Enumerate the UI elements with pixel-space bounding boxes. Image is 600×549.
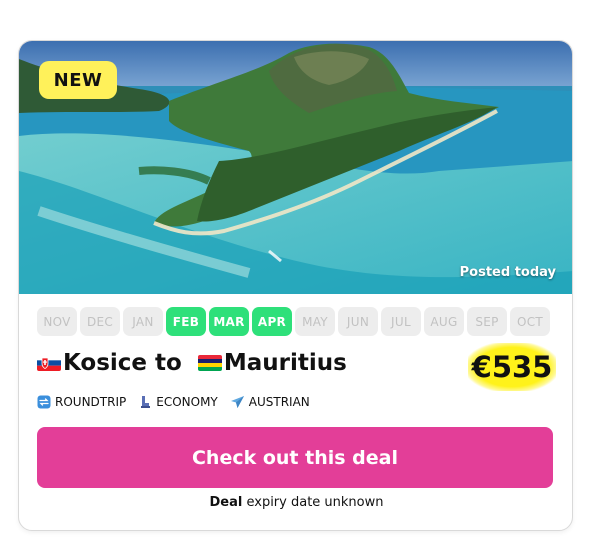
airline: AUSTRIAN (230, 395, 310, 409)
seat-icon (141, 396, 151, 408)
destination-city: Mauritius (223, 350, 347, 376)
trip-details: ROUNDTRIP ECONOMY AUSTRIAN (37, 395, 310, 409)
month-availability: NOV DEC JAN FEB MAR APR MAY JUN JUL AUG SEP OCT (37, 307, 550, 336)
roundtrip-icon (37, 395, 51, 409)
cabin-class: ECONOMY (138, 395, 218, 409)
month-sep: SEP (467, 307, 507, 336)
origin-city: Kosice (63, 350, 148, 376)
check-out-deal-button[interactable]: Check out this deal (37, 427, 553, 488)
trip-type: ROUNDTRIP (37, 395, 126, 409)
month-oct: OCT (510, 307, 550, 336)
month-jan: JAN (123, 307, 163, 336)
new-badge: NEW (39, 61, 117, 99)
deal-card[interactable]: NEW Posted today NOV DEC JAN FEB MAR APR MAY JU… (18, 40, 573, 531)
expiry-prefix: Deal (209, 495, 243, 510)
hero-image: NEW Posted today (19, 41, 572, 294)
expiry-text: expiry date unknown (242, 495, 384, 510)
cabin-class-label: ECONOMY (156, 395, 218, 409)
expiry-note: Deal expiry date unknown (19, 495, 572, 510)
posted-time: Posted today (459, 265, 556, 280)
month-apr: APR (252, 307, 292, 336)
price-badge: €535 (468, 343, 556, 391)
trip-type-label: ROUNDTRIP (55, 395, 127, 409)
route-title: Kosice to Mauritius (37, 350, 347, 376)
month-aug: AUG (424, 307, 464, 336)
airplane-icon (230, 396, 244, 408)
month-dec: DEC (80, 307, 120, 336)
month-feb: FEB (166, 307, 206, 336)
month-mar: MAR (209, 307, 249, 336)
month-nov: NOV (37, 307, 77, 336)
month-may: MAY (295, 307, 335, 336)
month-jun: JUN (338, 307, 378, 336)
slovakia-flag-icon (37, 355, 61, 371)
airline-label: AUSTRIAN (248, 395, 310, 409)
month-jul: JUL (381, 307, 421, 336)
route-connector: to (147, 350, 190, 376)
mauritius-flag-icon (197, 355, 222, 371)
